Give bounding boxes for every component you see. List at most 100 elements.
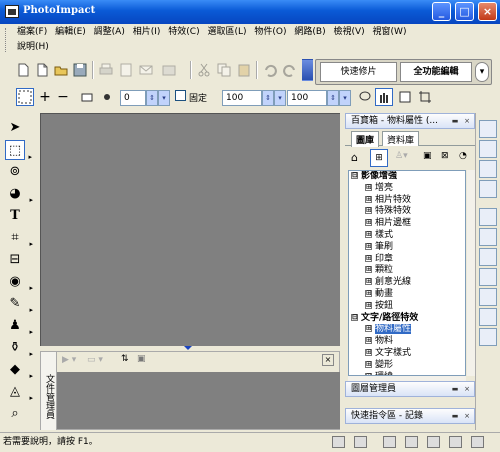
quickcmd-minimize-button[interactable]: ▬ (450, 411, 460, 421)
circle-shape-icon[interactable] (98, 88, 116, 106)
panel-toggle-6-icon[interactable] (479, 228, 497, 246)
tree-item[interactable]: ⊞ 相片邊框 (349, 218, 465, 230)
shape-tool-icon[interactable]: ◕ ▸ (5, 184, 33, 204)
maximize-button[interactable]: □ (455, 2, 474, 21)
height-dropdown[interactable]: ▾ (339, 90, 351, 106)
fill-tool-icon[interactable]: ◬ ▸ (5, 382, 33, 402)
tree-item[interactable]: ⊞ 顆粒 (349, 265, 465, 277)
clone-tool-icon[interactable]: ♟ ▸ (5, 316, 33, 336)
open-icon[interactable] (52, 61, 70, 79)
zoom-tool-icon[interactable]: ⌕ (5, 404, 25, 424)
tab-gallery[interactable]: 圖庫 (351, 131, 380, 147)
tree-item[interactable]: ⊞ 物料屬性 (349, 324, 465, 336)
status-grid-icon[interactable] (383, 436, 396, 448)
tree-item[interactable]: ⊟ 文字/路徑特效 (349, 313, 465, 325)
tree-item[interactable]: ⊞ 樣式 (349, 230, 465, 242)
panel-toggle-10-icon[interactable] (479, 308, 497, 326)
collapse-arrow-icon[interactable] (184, 346, 192, 350)
menu-help[interactable]: 說明(H) (17, 39, 54, 54)
expand-icon[interactable]: ⊞ (365, 289, 372, 297)
menu-selection[interactable]: 選取區(L) (207, 24, 251, 39)
status-color-icon[interactable] (449, 436, 462, 448)
home-icon[interactable]: ⌂ (351, 151, 358, 164)
retouch-tool-icon[interactable]: ⚱ ▸ (5, 338, 33, 358)
menu-object[interactable]: 物件(O) (254, 24, 291, 39)
brush-tool-icon[interactable]: ✎ ▸ (5, 294, 33, 314)
expand-icon[interactable]: ⊞ (365, 325, 372, 333)
expand-icon[interactable]: ⊞ (365, 219, 372, 227)
tree-vertical-scrollbar[interactable] (467, 170, 475, 376)
crop-tool-icon[interactable]: ⌗ ▸ (5, 228, 33, 248)
quick-fix-mode-button[interactable]: 快速修片 (320, 62, 397, 82)
status-overlay-icon[interactable] (354, 436, 367, 448)
expand-icon[interactable]: ⊞ (365, 278, 372, 286)
redeye-tool-icon[interactable]: ◉ ▸ (5, 272, 33, 292)
value1-field[interactable]: 0 (120, 90, 146, 106)
zoom-fit-icon[interactable] (396, 88, 414, 106)
expand-icon[interactable]: ⊞ (365, 195, 372, 203)
expand-icon[interactable]: ⊞ (365, 301, 372, 309)
panel-close-button[interactable]: × (462, 116, 472, 126)
thumbnail-icon[interactable]: ▣ (137, 354, 146, 364)
full-edit-mode-button[interactable]: 全功能編輯 (400, 62, 472, 82)
subtract-mode-icon[interactable]: − (54, 88, 72, 106)
expand-icon[interactable]: ⊞ (365, 230, 372, 238)
collapse-icon[interactable]: ⊟ (351, 172, 358, 179)
print-icon[interactable] (97, 61, 115, 79)
close-button[interactable]: × (478, 2, 497, 21)
panel-toggle-1-icon[interactable] (479, 120, 497, 138)
docmgr-close-button[interactable]: × (322, 354, 334, 366)
paste-icon[interactable] (235, 61, 253, 79)
rectangle-shape-icon[interactable] (78, 88, 96, 106)
menu-effect[interactable]: 特效(C) (168, 24, 204, 39)
mode-dropdown-arrow[interactable]: ▾ (475, 62, 489, 82)
expand-icon[interactable]: ⊞ (365, 337, 372, 345)
panel-view-icon[interactable]: ▣ (423, 151, 432, 161)
lasso-icon[interactable] (356, 88, 374, 106)
expand-icon[interactable]: ⊞ (365, 242, 372, 250)
height-spinner[interactable]: ⇕ (327, 90, 339, 106)
view-options-icon[interactable]: ▭ ▾ (87, 355, 103, 365)
lasso-tool-icon[interactable]: ⊚ (5, 162, 25, 182)
tree-item[interactable]: ⊞ 增亮 (349, 183, 465, 195)
menu-view[interactable]: 檢視(V) (333, 24, 369, 39)
print-preview-icon[interactable] (117, 61, 135, 79)
menu-file[interactable]: 檔案(F) (17, 24, 52, 39)
tree-item[interactable]: ⊞ 物料 (349, 336, 465, 348)
menu-photo[interactable]: 相片(I) (133, 24, 166, 39)
panel-refresh-icon[interactable]: ◔ (459, 151, 467, 161)
menu-edit[interactable]: 編輯(E) (55, 24, 91, 39)
mail-icon[interactable] (137, 61, 155, 79)
expand-icon[interactable]: ⊞ (365, 183, 372, 191)
menu-web[interactable]: 網路(B) (294, 24, 330, 39)
new-icon[interactable] (14, 61, 32, 79)
expand-icon[interactable]: ⊞ (365, 266, 372, 274)
minimize-button[interactable]: _ (432, 2, 451, 21)
layer-manager-header[interactable]: 圖層管理員 ▬ × (345, 381, 475, 397)
tree-item[interactable]: ⊟ 影像增強 (349, 171, 465, 183)
tree-item[interactable]: ⊞ 按鈕 (349, 301, 465, 313)
copy-icon[interactable] (215, 61, 233, 79)
undo-icon[interactable] (261, 61, 279, 79)
tree-item[interactable]: ⊞ 筆刷 (349, 242, 465, 254)
panel-toggle-3-icon[interactable] (479, 160, 497, 178)
width-spinner[interactable]: ⇕ (262, 90, 274, 106)
app-icon[interactable] (5, 5, 19, 18)
person-icon[interactable]: ♙▾ (395, 151, 408, 161)
status-link-icon[interactable] (332, 436, 345, 448)
play-icon[interactable]: ▶ ▾ (62, 355, 76, 365)
tab-library[interactable]: 資料庫 (382, 131, 420, 146)
panel-toggle-11-icon[interactable] (479, 328, 497, 346)
status-info-icon[interactable] (471, 436, 484, 448)
tree-item[interactable]: ⊞ 創意光線 (349, 277, 465, 289)
workspace-canvas[interactable] (40, 113, 340, 350)
width-field[interactable]: 100 (222, 90, 262, 106)
collapse-icon[interactable]: ⊟ (351, 313, 358, 321)
menu-window[interactable]: 視窗(W) (373, 24, 412, 39)
status-mask-icon[interactable] (427, 436, 440, 448)
height-field[interactable]: 100 (287, 90, 327, 106)
tree-item[interactable]: ⊞ 文字樣式 (349, 348, 465, 360)
expand-icon[interactable]: ⊞ (365, 348, 372, 356)
pick-tool-icon[interactable]: ➤ (5, 118, 25, 138)
tree-item[interactable]: ⊞ 變形 (349, 360, 465, 372)
